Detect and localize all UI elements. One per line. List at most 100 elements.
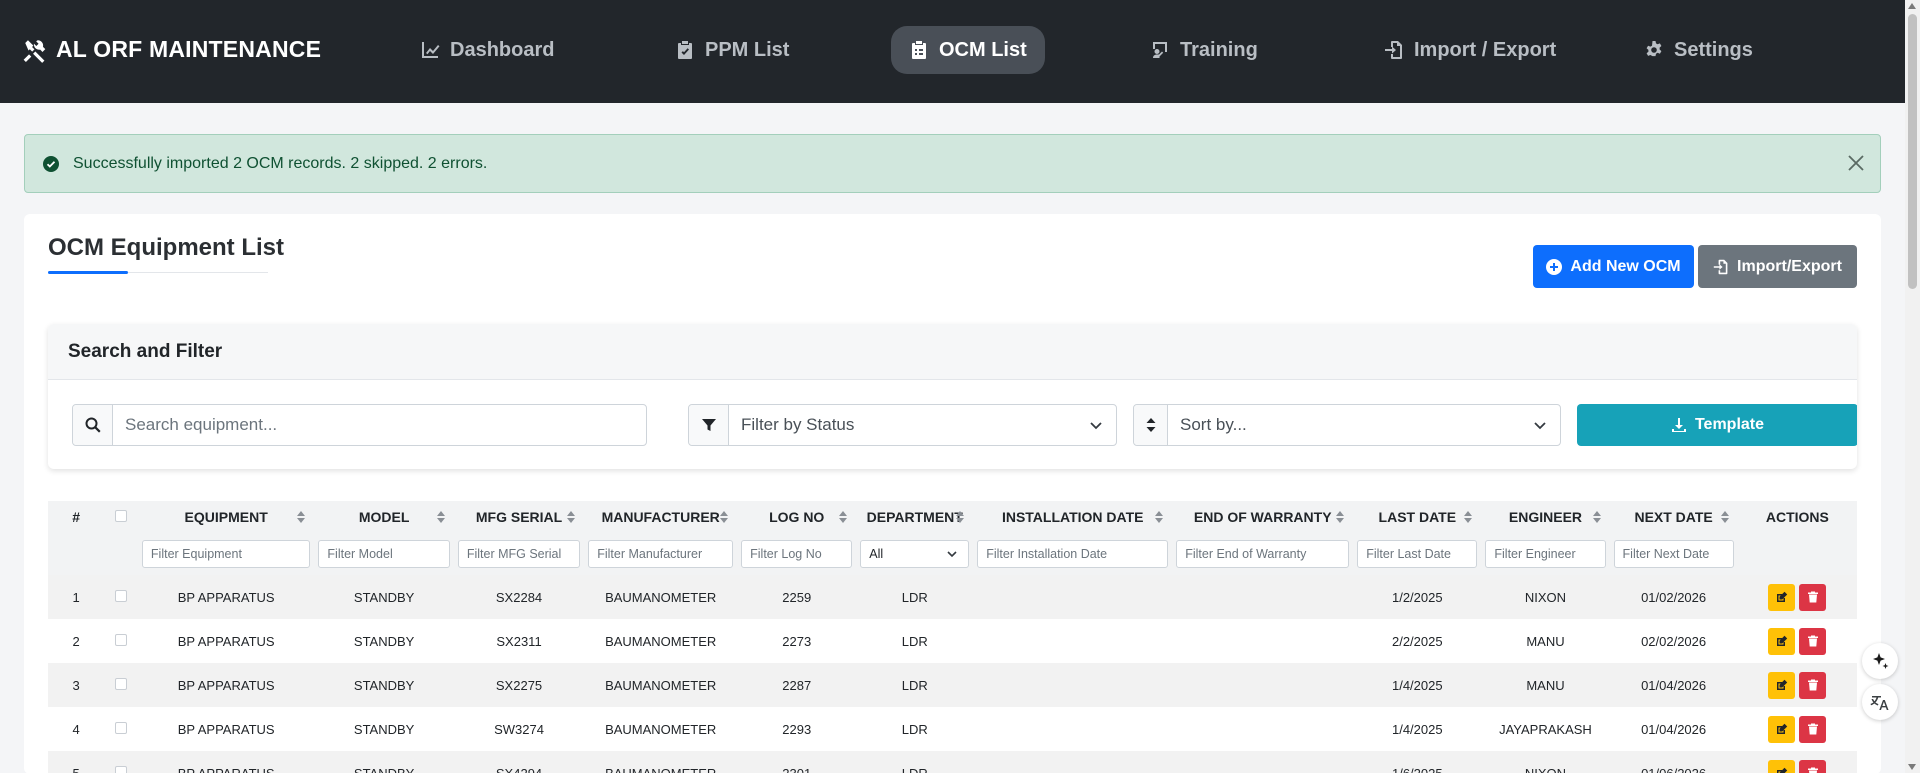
file-import-icon	[1385, 41, 1402, 59]
nav-import-export[interactable]: Import / Export	[1366, 26, 1574, 74]
delete-button[interactable]	[1799, 627, 1827, 655]
sort-icon	[1720, 511, 1729, 523]
edit-button[interactable]	[1768, 759, 1796, 773]
add-new-ocm-button[interactable]: Add New OCM	[1533, 245, 1694, 288]
table-row[interactable]: 3 BP APPARATUS STANDBY SX2275 BAUMANOMET…	[48, 663, 1857, 707]
col-manufacturer[interactable]: MANUFACTURER	[584, 501, 738, 533]
cell-engineer: MANU	[1481, 619, 1610, 663]
title-accent	[48, 271, 128, 274]
close-icon[interactable]	[1846, 153, 1866, 173]
cell-number: 2	[48, 619, 105, 663]
delete-button[interactable]	[1799, 715, 1827, 743]
search-input[interactable]: Search equipment...	[113, 405, 646, 445]
header-label: DEPARTMENT	[866, 509, 963, 525]
row-checkbox[interactable]	[115, 765, 128, 773]
col-mfg-serial[interactable]: MFG SERIAL	[453, 501, 585, 533]
template-button[interactable]: Template	[1577, 404, 1857, 446]
cell-number: 1	[48, 575, 105, 619]
cell-manufacturer: BAUMANOMETER	[584, 619, 738, 663]
cell-model: STANDBY	[314, 751, 454, 773]
table-row[interactable]: 2 BP APPARATUS STANDBY SX2311 BAUMANOMET…	[48, 619, 1857, 663]
select-all-checkbox[interactable]	[115, 510, 128, 522]
cell-model: STANDBY	[314, 707, 454, 751]
table-row[interactable]: 5 BP APPARATUS STANDBY SX4294 BAUMANOMET…	[48, 751, 1857, 773]
col-department[interactable]: DEPARTMENT	[856, 501, 974, 533]
col-model[interactable]: MODEL	[314, 501, 454, 533]
cell-last-date: 1/4/2025	[1353, 707, 1482, 751]
cell-log-no: 2293	[737, 707, 857, 751]
row-checkbox[interactable]	[115, 721, 128, 734]
cell-manufacturer: BAUMANOMETER	[584, 707, 738, 751]
table-row[interactable]: 1 BP APPARATUS STANDBY SX2284 BAUMANOMET…	[48, 575, 1857, 619]
col-installation-date[interactable]: INSTALLATION DATE	[973, 501, 1173, 533]
row-checkbox[interactable]	[115, 589, 128, 602]
col-last-date[interactable]: LAST DATE	[1353, 501, 1482, 533]
filter-mfg-serial-input[interactable]: Filter MFG Serial	[457, 540, 581, 568]
col-next-date[interactable]: NEXT DATE	[1609, 501, 1738, 533]
chart-line-icon	[422, 42, 440, 58]
status-select[interactable]: Filter by Status	[729, 405, 1076, 445]
edit-icon	[1776, 679, 1788, 690]
clipboard-list-icon	[912, 41, 926, 59]
nav-dashboard[interactable]: Dashboard	[402, 26, 572, 74]
nav-ppm-list[interactable]: PPM List	[657, 26, 807, 74]
delete-button[interactable]	[1799, 583, 1827, 611]
col-end-of-warranty[interactable]: END OF WARRANTY	[1172, 501, 1354, 533]
filter-model-input[interactable]: Filter Model	[318, 540, 450, 568]
cell-end-of-warranty	[1172, 751, 1354, 773]
filter-engineer-input[interactable]: Filter Engineer	[1485, 540, 1606, 568]
edit-button[interactable]	[1768, 627, 1796, 655]
sort-select[interactable]: Sort by...	[1168, 405, 1520, 445]
brand[interactable]: AL ORF MAINTENANCE	[22, 36, 321, 63]
edit-button[interactable]	[1768, 715, 1796, 743]
scroll-down-arrow[interactable]	[1908, 764, 1916, 770]
filter-last-date-input[interactable]: Filter Last Date	[1357, 540, 1478, 568]
delete-button[interactable]	[1799, 671, 1827, 699]
row-checkbox[interactable]	[115, 677, 128, 690]
filter-log-no-input[interactable]: Filter Log No	[741, 540, 853, 568]
col-engineer[interactable]: ENGINEER	[1481, 501, 1610, 533]
sort-icon	[1146, 418, 1155, 432]
table-row[interactable]: 4 BP APPARATUS STANDBY SW3274 BAUMANOMET…	[48, 707, 1857, 751]
cell-number: 3	[48, 663, 105, 707]
col-equipment[interactable]: EQUIPMENT	[137, 501, 315, 533]
cell-number: 4	[48, 707, 105, 751]
sort-icon	[1155, 511, 1164, 523]
edit-button[interactable]	[1768, 671, 1796, 699]
cell-department: LDR	[856, 751, 974, 773]
nav-label: PPM List	[705, 38, 790, 61]
nav-label: OCM List	[939, 38, 1027, 61]
ai-assistant-button[interactable]	[1862, 643, 1898, 679]
filter-manufacturer-input[interactable]: Filter Manufacturer	[588, 540, 734, 568]
cell-engineer: JAYAPRAKASH	[1481, 707, 1610, 751]
nav-label: Settings	[1674, 38, 1753, 61]
scroll-thumb[interactable]	[1908, 14, 1917, 289]
col-log-no[interactable]: LOG NO	[737, 501, 857, 533]
filter-next-date-input[interactable]: Filter Next Date	[1613, 540, 1734, 568]
nav-settings[interactable]: Settings	[1626, 26, 1771, 74]
delete-button[interactable]	[1799, 759, 1827, 773]
cell-equipment: BP APPARATUS	[137, 751, 315, 773]
import-export-button[interactable]: Import/Export	[1698, 245, 1857, 288]
edit-button[interactable]	[1768, 583, 1796, 611]
row-checkbox[interactable]	[115, 633, 128, 646]
nav-ocm-list[interactable]: OCM List	[891, 26, 1045, 74]
top-navbar: AL ORF MAINTENANCE Dashboard PPM List OC…	[0, 0, 1905, 103]
filter-installation-date-input[interactable]: Filter Installation Date	[977, 540, 1169, 568]
filter-department-select[interactable]: All	[860, 540, 970, 568]
scroll-up-arrow[interactable]	[1908, 3, 1916, 9]
cell-installation-date	[973, 575, 1173, 619]
translate-button[interactable]	[1862, 684, 1898, 720]
nav-training[interactable]: Training	[1132, 26, 1276, 74]
cell-engineer: MANU	[1481, 663, 1610, 707]
cell-department: LDR	[856, 619, 974, 663]
download-icon	[1671, 418, 1686, 432]
page-scrollbar[interactable]	[1905, 0, 1920, 773]
alert-message: Successfully imported 2 OCM records. 2 s…	[73, 154, 488, 172]
nav-label: Dashboard	[450, 38, 555, 61]
chevron-down-icon	[1076, 405, 1116, 445]
success-alert: Successfully imported 2 OCM records. 2 s…	[24, 134, 1881, 193]
filter-addon	[689, 405, 729, 445]
filter-equipment-input[interactable]: Filter Equipment	[141, 540, 311, 568]
filter-end-of-warranty-input[interactable]: Filter End of Warranty	[1176, 540, 1350, 568]
